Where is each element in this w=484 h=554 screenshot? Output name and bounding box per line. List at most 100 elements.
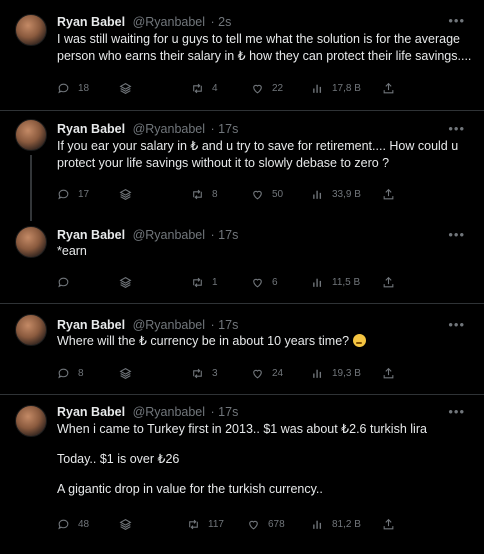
stack-icon [119, 367, 132, 379]
reply-icon [58, 189, 69, 199]
view-count: 17,8 B [332, 82, 361, 94]
reply-icon [58, 519, 69, 529]
tweet-2[interactable]: Ryan Babel @Ryanbabel · 17s ••• If you e… [0, 111, 484, 221]
share-button[interactable] [382, 80, 395, 96]
author-handle[interactable]: @Ryanbabel [133, 122, 205, 136]
retweet-count: 3 [212, 367, 218, 379]
retweet-button[interactable]: 8 [191, 186, 218, 202]
retweet-button[interactable]: 1 [191, 274, 218, 290]
views-button[interactable]: 33,9 B [311, 186, 361, 202]
stack-icon [119, 188, 132, 200]
tweet-actions: 17 8 50 33,9 B [57, 186, 467, 202]
timestamp[interactable]: · 2s [211, 15, 232, 29]
tweet-line: A gigantic drop in value for the turkish… [57, 482, 323, 496]
thinking-face-emoji [352, 334, 366, 347]
tweet-line [57, 438, 472, 451]
more-icon[interactable]: ••• [448, 122, 465, 135]
author-name[interactable]: Ryan Babel [57, 318, 125, 332]
tweet-text: If you ear your salary in ₺ and u try to… [57, 138, 472, 172]
more-icon[interactable]: ••• [448, 318, 465, 331]
timestamp[interactable]: · 17s [211, 405, 239, 419]
timestamp[interactable]: · 17s [211, 122, 239, 136]
reply-count: 8 [78, 367, 84, 379]
author-name[interactable]: Ryan Babel [57, 122, 125, 136]
share-icon [383, 518, 394, 529]
reply-button[interactable]: 8 [57, 365, 84, 381]
tweet-text: Where will the ₺ currency be in about 10… [57, 333, 472, 350]
author-handle[interactable]: @Ryanbabel [133, 228, 205, 242]
tweet-line: protect your life savings without it to … [57, 156, 390, 170]
like-count: 6 [272, 276, 278, 288]
thread-line [30, 155, 32, 221]
stack-button[interactable] [119, 365, 132, 381]
views-icon [313, 369, 322, 378]
tweet-actions: 48 117 678 81,2 B [57, 516, 467, 532]
views-button[interactable]: 81,2 B [311, 516, 361, 532]
retweet-icon [193, 83, 202, 93]
views-icon [313, 278, 322, 287]
retweet-count: 117 [208, 518, 224, 530]
reply-count: 17 [78, 188, 90, 200]
retweet-button[interactable]: 4 [191, 80, 218, 96]
view-count: 81,2 B [332, 518, 361, 530]
like-count: 22 [272, 82, 284, 94]
tweet-line: *earn [57, 244, 87, 258]
view-count: 11,5 B [332, 276, 361, 288]
more-icon[interactable]: ••• [448, 405, 465, 418]
like-button[interactable]: 24 [251, 365, 283, 381]
retweet-button[interactable]: 117 [187, 516, 224, 532]
tweet-text: *earn [57, 243, 472, 260]
reply-button[interactable] [57, 274, 70, 290]
timestamp[interactable]: · 17s [211, 228, 239, 242]
author-handle[interactable]: @Ryanbabel [133, 318, 205, 332]
retweet-icon [193, 189, 202, 199]
tweet-actions: 18 4 22 17,8 B [57, 80, 467, 96]
more-icon[interactable]: ••• [448, 14, 465, 27]
tweet-5[interactable]: Ryan Babel @Ryanbabel · 17s ••• When i c… [0, 395, 484, 554]
author-name[interactable]: Ryan Babel [57, 228, 125, 242]
share-button[interactable] [382, 516, 395, 532]
share-button[interactable] [382, 274, 395, 290]
more-icon[interactable]: ••• [448, 228, 465, 241]
avatar[interactable] [15, 314, 47, 346]
tweet-line: If you ear your salary in ₺ and u try to… [57, 139, 459, 153]
reply-button[interactable]: 48 [57, 516, 89, 532]
views-button[interactable]: 11,5 B [311, 274, 360, 290]
tweet-text: I was still waiting for u guys to tell m… [57, 31, 472, 65]
stack-button[interactable] [119, 516, 132, 532]
reply-button[interactable]: 17 [57, 186, 89, 202]
tweet-3[interactable]: Ryan Babel @Ryanbabel · 17s ••• *earn 1 … [0, 221, 484, 303]
like-button[interactable]: 50 [251, 186, 283, 202]
views-button[interactable]: 19,3 B [311, 365, 361, 381]
share-icon [383, 367, 394, 378]
tweet-1[interactable]: Ryan Babel @Ryanbabel · 2s ••• I was sti… [0, 0, 484, 110]
tweet-line: Where will the ₺ currency be in about 10… [57, 334, 350, 348]
like-button[interactable]: 6 [251, 274, 278, 290]
author-handle[interactable]: @Ryanbabel [133, 405, 205, 419]
share-icon [383, 82, 394, 93]
like-button[interactable]: 22 [251, 80, 283, 96]
author-name[interactable]: Ryan Babel [57, 405, 125, 419]
tweet-4[interactable]: Ryan Babel @Ryanbabel · 17s ••• Where wi… [0, 304, 484, 394]
retweet-button[interactable]: 3 [191, 365, 218, 381]
author-name[interactable]: Ryan Babel [57, 15, 125, 29]
tweet-actions: 1 6 11,5 B [57, 274, 467, 290]
timestamp[interactable]: · 17s [211, 318, 239, 332]
share-button[interactable] [382, 365, 395, 381]
share-button[interactable] [382, 186, 395, 202]
stack-button[interactable] [119, 80, 132, 96]
author-handle[interactable]: @Ryanbabel [133, 15, 205, 29]
reply-icon [58, 368, 69, 378]
like-button[interactable]: 678 [247, 516, 285, 532]
stack-button[interactable] [119, 186, 132, 202]
avatar[interactable] [15, 119, 47, 151]
reply-button[interactable]: 18 [57, 80, 89, 96]
views-button[interactable]: 17,8 B [311, 80, 361, 96]
retweet-icon [189, 519, 198, 529]
avatar[interactable] [15, 226, 47, 258]
stack-button[interactable] [119, 274, 132, 290]
view-count: 33,9 B [332, 188, 361, 200]
avatar[interactable] [15, 405, 47, 437]
avatar[interactable] [15, 14, 47, 46]
views-icon [313, 190, 322, 199]
